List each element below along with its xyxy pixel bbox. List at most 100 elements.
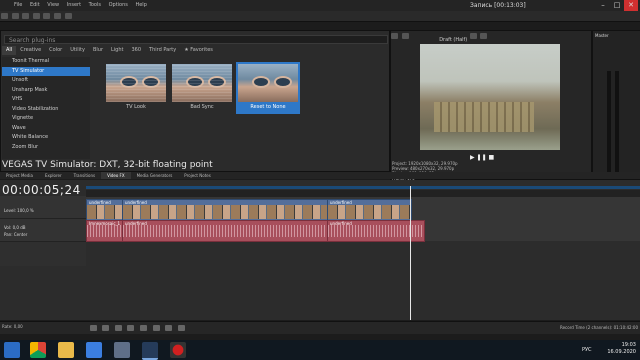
fx-list-item[interactable]: Toonit Thermal [2,57,90,67]
audio-clip[interactable]: underfined [122,220,329,242]
tab-favorites[interactable]: ★ Favorites [180,46,217,55]
fx-list: Toonit Thermal TV Simulator Unsoft Unsha… [2,57,90,159]
fx-list-item[interactable]: White Balance [2,133,90,143]
plugin-search-input[interactable]: Search plug-ins [4,35,388,44]
window-controls: – □ ✕ [596,0,638,11]
tab-project-media[interactable]: Project Media [0,172,39,179]
tab-light[interactable]: Light [107,46,127,55]
preset-thumbnail [106,64,166,102]
cut-icon[interactable] [64,13,72,19]
menu-view[interactable]: View [47,2,59,8]
play-icon[interactable] [127,325,135,331]
menu-options[interactable]: Options [109,2,128,8]
system-clock[interactable]: 19:03 16.09.2020 [607,342,636,356]
menu-help[interactable]: Help [135,2,146,8]
overlays-icon[interactable] [469,33,477,39]
fx-list-item[interactable]: Unsoft [2,76,90,86]
tab-explorer[interactable]: Explorer [39,172,68,179]
tab-third-party[interactable]: Third Party [145,46,180,55]
video-clip[interactable]: underfined [327,199,412,221]
stop-icon[interactable] [152,325,160,331]
play-from-start-icon[interactable] [114,325,122,331]
preset-label: TV Look [126,104,146,110]
menu-bar: File Edit View Insert Tools Options Help [14,2,153,8]
preset-thumbnail [238,64,298,102]
fx-list-item[interactable]: Wave [2,124,90,134]
render-icon[interactable] [32,13,40,19]
preview-quality-dropdown[interactable]: Draft (Half) [439,37,467,43]
transport-bar [0,321,640,334]
playhead-cursor[interactable] [410,186,411,320]
master-label: Master [595,33,609,38]
preview-toolbar: Draft (Half) [390,31,590,43]
menu-file[interactable]: File [14,2,22,8]
copy-snapshot-icon[interactable] [480,33,488,39]
audio-track-header[interactable]: Vol: 0,0 dB Pan: Center [0,219,86,242]
loop-icon[interactable] [102,325,110,331]
language-indicator[interactable]: РУС [582,347,592,353]
close-button[interactable]: ✕ [624,0,638,11]
app-icon[interactable] [114,342,130,358]
menu-insert[interactable]: Insert [67,2,81,8]
split-screen-icon[interactable] [401,33,409,39]
fx-list-item[interactable]: Vignette [2,114,90,124]
preset-bad-sync[interactable]: Bad Sync [172,64,232,112]
redo-icon[interactable] [53,13,61,19]
record-icon[interactable] [89,325,97,331]
tab-utility[interactable]: Utility [66,46,89,55]
tab-blur[interactable]: Blur [89,46,107,55]
clock-date: 16.09.2020 [607,349,636,355]
vegas-pro-icon[interactable] [142,342,158,360]
preview-playback-controls: ▶ ❚❚ ■ [470,154,494,161]
preview-settings-icon[interactable] [391,33,398,39]
fx-list-item[interactable]: Video Stabilization [2,105,90,115]
new-project-icon[interactable] [1,13,8,19]
menu-tools[interactable]: Tools [89,2,101,8]
minimize-button[interactable]: – [596,0,610,11]
go-to-end-icon[interactable] [177,325,185,331]
tab-video-fx[interactable]: Video FX [101,172,131,179]
recorder-icon[interactable] [170,342,186,358]
playback-rate: Rate: 0,00 [2,324,23,329]
pause-icon[interactable] [139,325,147,331]
go-to-start-icon[interactable] [165,325,173,331]
fx-list-item[interactable]: VHS [2,95,90,105]
preset-tv-look[interactable]: TV Look [106,64,166,112]
track-level: Level: 100,0 % [4,208,34,213]
undo-icon[interactable] [43,13,51,19]
video-clip[interactable]: underfined [122,199,329,221]
pause-icon[interactable]: ❚❚ [477,154,487,161]
time-ruler[interactable] [86,190,640,197]
preset-reset-to-none[interactable]: Reset to None [236,62,300,114]
preset-label: Bad Sync [190,104,214,110]
docked-window-tabs: Project Media Explorer Transitions Video… [0,172,640,179]
track-pan: Pan: Center [4,232,28,237]
tab-all[interactable]: All [2,46,17,55]
timecode-display: 00:00:05;24 [2,183,81,197]
file-explorer-icon[interactable] [58,342,74,358]
menu-edit[interactable]: Edit [30,2,40,8]
tab-creative[interactable]: Creative [16,46,45,55]
track-volume: Vol: 0,0 dB [4,225,26,230]
tab-360[interactable]: 360 [127,46,145,55]
video-track-header[interactable]: Level: 100,0 % [0,196,86,219]
fx-description: VEGAS TV Simulator: DXT, 32-bit floating… [2,160,213,170]
fx-list-item[interactable]: Unsharp Mask [2,86,90,96]
chrome-icon[interactable] [30,342,46,358]
play-icon[interactable]: ▶ [470,154,475,161]
fx-list-item-selected[interactable]: TV Simulator [2,66,90,76]
start-icon[interactable] [4,342,20,358]
tab-transitions[interactable]: Transitions [68,172,101,179]
fx-list-item[interactable]: Zoom Blur [2,143,90,153]
stop-icon[interactable]: ■ [489,154,495,161]
tab-project-notes[interactable]: Project Notes [178,172,217,179]
tab-color[interactable]: Color [45,46,66,55]
word-icon[interactable] [86,342,102,358]
loop-region-bar[interactable] [86,186,640,189]
tab-media-generators[interactable]: Media Generators [131,172,179,179]
master-bus-meter: Master Master Bus [592,30,640,201]
maximize-button[interactable]: □ [610,0,624,11]
save-icon[interactable] [22,13,30,19]
audio-clip[interactable]: Imnexmosaic_1 [86,220,124,242]
open-icon[interactable] [11,13,19,19]
